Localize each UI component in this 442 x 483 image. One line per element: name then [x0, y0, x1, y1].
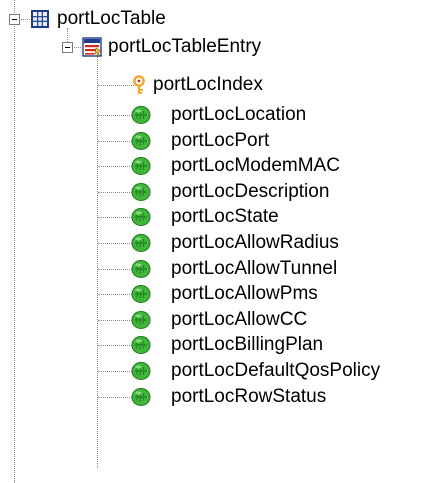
tree-connector-leaf — [98, 345, 132, 346]
tree-node-label-leaf: portLocLocation — [171, 104, 307, 125]
tree-node-label-leaf: portLocAllowRadius — [171, 232, 339, 253]
tree-connector-table — [19, 19, 30, 20]
tree-connector-leaf — [98, 320, 132, 321]
tree-connector-leaf — [98, 269, 132, 270]
leaf-icon — [131, 387, 151, 407]
tree-node-label-leaf: portLocModemMAC — [171, 155, 340, 176]
tree-node-label-table: portLocTable — [57, 8, 166, 29]
leaf-icon — [131, 233, 151, 253]
tree-connector-leaf — [98, 243, 132, 244]
key-icon — [130, 75, 150, 95]
leaf-icon — [131, 310, 151, 330]
leaf-icon — [131, 207, 151, 227]
leaf-icon — [131, 131, 151, 151]
tree-connector-leaf — [98, 115, 132, 116]
tree-node-label-index: portLocIndex — [153, 74, 263, 95]
leaf-icon — [131, 361, 151, 381]
tree-connector-leaf — [98, 192, 132, 193]
leaf-icon — [131, 259, 151, 279]
tree-node-label-leaf: portLocAllowCC — [171, 309, 308, 330]
table-icon — [30, 9, 50, 29]
tree-connector-leaf — [98, 371, 132, 372]
leaf-icon — [131, 335, 151, 355]
tree-node-label-leaf: portLocAllowPms — [171, 283, 318, 304]
tree-guide-line-root — [14, 0, 15, 483]
tree-node-label-leaf: portLocAllowTunnel — [171, 258, 338, 279]
tree-connector-leaf — [98, 294, 132, 295]
leaf-icon — [131, 284, 151, 304]
tree-node-label-leaf: portLocBillingPlan — [171, 334, 324, 355]
tree-guide-line-entry — [97, 56, 98, 468]
tree-connector-index — [98, 85, 134, 86]
tree-node-label-leaf: portLocPort — [171, 130, 270, 151]
leaf-icon — [131, 105, 151, 125]
tree-node-label-leaf: portLocState — [171, 206, 279, 227]
tree-connector-leaf — [98, 141, 132, 142]
table-entry-icon — [82, 37, 102, 57]
tree-node-label-leaf: portLocDefaultQosPolicy — [171, 360, 381, 381]
tree-connector-leaf — [98, 217, 132, 218]
collapse-toggle-table[interactable] — [9, 14, 20, 25]
tree-connector-leaf — [98, 397, 132, 398]
leaf-icon — [131, 182, 151, 202]
mib-tree: portLocTable portLocTableEntry portLocIn… — [0, 0, 442, 483]
tree-node-label-leaf: portLocRowStatus — [171, 386, 327, 407]
tree-connector-leaf — [98, 166, 132, 167]
tree-connector-entry — [72, 47, 81, 48]
tree-node-label-leaf: portLocDescription — [171, 181, 330, 202]
collapse-toggle-entry[interactable] — [62, 42, 73, 53]
leaf-icon — [131, 156, 151, 176]
tree-node-label-entry: portLocTableEntry — [108, 36, 262, 57]
